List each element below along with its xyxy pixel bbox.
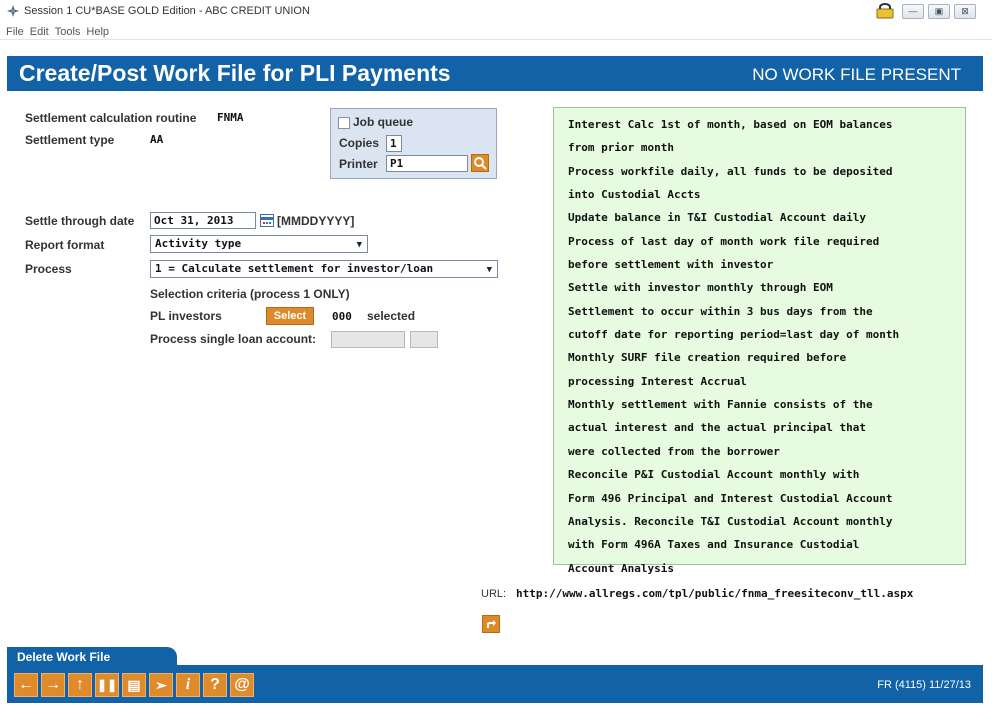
single-loan-suffix-input[interactable] — [410, 331, 438, 348]
note-line: Settle with investor monthly through EOM — [568, 281, 833, 295]
minimize-button[interactable]: — — [902, 4, 924, 19]
back-arrow-icon[interactable]: ← — [14, 673, 38, 697]
screen-code: FR (4115) 11/27/13 — [877, 679, 971, 691]
note-line: Analysis. Reconcile T&I Custodial Accoun… — [568, 514, 893, 528]
up-arrow-icon[interactable]: ↑ — [68, 673, 92, 697]
report-format-value: Activity type — [155, 237, 242, 250]
share-arrow-icon — [487, 620, 496, 628]
menu-tools[interactable]: Tools — [55, 26, 81, 38]
process-value: 1 = Calculate settlement for investor/lo… — [155, 262, 434, 275]
printer-search-button[interactable] — [471, 154, 489, 172]
chevron-down-icon: ▼ — [356, 240, 362, 250]
calendar-icon[interactable] — [260, 214, 274, 227]
note-line: actual interest and the actual principal… — [568, 421, 867, 435]
close-button[interactable]: ⊠ — [954, 4, 976, 19]
note-line: into Custodial Accts — [568, 188, 701, 202]
note-line: with Form 496A Taxes and Insurance Custo… — [568, 538, 860, 552]
single-loan-account-input[interactable] — [331, 331, 405, 348]
link-icon[interactable]: ➢ — [149, 673, 173, 697]
menu-help[interactable]: Help — [86, 26, 109, 38]
cubase-logo-icon — [7, 5, 19, 17]
email-icon[interactable]: @ — [230, 673, 254, 697]
work-file-status: NO WORK FILE PRESENT — [752, 65, 961, 84]
delete-work-file-tab[interactable]: Delete Work File — [7, 647, 177, 666]
note-line: processing Interest Accrual — [568, 374, 747, 388]
help-icon[interactable]: ? — [203, 673, 227, 697]
selected-count: 000 — [332, 310, 352, 323]
note-line: Monthly settlement with Fannie consists … — [568, 398, 873, 412]
select-investors-button[interactable]: Select — [266, 307, 314, 325]
lock-icon[interactable] — [874, 3, 896, 19]
forward-arrow-icon[interactable]: → — [41, 673, 65, 697]
menu-file[interactable]: File — [6, 26, 24, 38]
note-line: before settlement with investor — [568, 258, 774, 272]
copies-input[interactable]: 1 — [386, 135, 402, 152]
note-line: were collected from the borrower — [568, 444, 780, 458]
note-line: Settlement to occur within 3 bus days fr… — [568, 304, 873, 318]
url-label: URL: — [481, 588, 507, 600]
single-loan-label: Process single loan account: — [150, 332, 317, 346]
job-queue-checkbox[interactable] — [338, 117, 350, 129]
page-title: Create/Post Work File for PLI Payments — [19, 60, 451, 86]
note-line: Reconcile P&I Custodial Account monthly … — [568, 468, 860, 482]
print-icon[interactable]: ▤ — [122, 673, 146, 697]
process-select[interactable]: 1 = Calculate settlement for investor/lo… — [150, 260, 498, 278]
chevron-down-icon: ▼ — [486, 265, 492, 275]
printer-input[interactable]: P1 — [386, 155, 468, 172]
job-queue-panel: Job queue Copies 1 Printer P1 — [330, 108, 497, 179]
open-url-button[interactable] — [482, 615, 500, 633]
report-format-label: Report format — [25, 238, 105, 252]
title-bar: Session 1 CU*BASE GOLD Edition - ABC CRE… — [0, 0, 992, 22]
info-icon[interactable]: i — [176, 673, 200, 697]
selection-criteria-label: Selection criteria (process 1 ONLY) — [150, 287, 350, 301]
note-line: Update balance in T&I Custodial Account … — [568, 211, 867, 225]
pl-investors-label: PL investors — [150, 309, 222, 323]
note-line: Process workfile daily, all funds to be … — [568, 164, 893, 178]
routine-label: Settlement calculation routine — [25, 111, 197, 125]
note-line: Form 496 Principal and Interest Custodia… — [568, 491, 893, 505]
settlement-type-value: AA — [150, 133, 164, 146]
menu-bar: File Edit Tools Help — [0, 22, 992, 40]
note-line: cutoff date for reporting period=last da… — [568, 328, 900, 342]
url-value[interactable]: http://www.allregs.com/tpl/public/fnma_f… — [516, 587, 956, 600]
restore-button[interactable]: ▣ — [928, 4, 950, 19]
note-line: Monthly SURF file creation required befo… — [568, 351, 847, 365]
routine-value: FNMA — [217, 111, 244, 124]
process-label: Process — [25, 262, 72, 276]
settle-date-label: Settle through date — [25, 214, 135, 228]
note-line: Account Analysis — [568, 561, 674, 575]
job-queue-label: Job queue — [353, 115, 414, 129]
page-header: Create/Post Work File for PLI Payments N… — [7, 56, 983, 91]
date-format-hint: [MMDDYYYY] — [277, 214, 355, 228]
note-line: Interest Calc 1st of month, based on EOM… — [568, 118, 893, 131]
note-line: from prior month — [568, 141, 674, 155]
bottom-toolbar: ← → ↑ ❚❚ ▤ ➢ i ? @ FR (4115) 11/27/13 — [7, 668, 983, 703]
settlement-type-label: Settlement type — [25, 133, 115, 147]
report-format-select[interactable]: Activity type ▼ — [150, 235, 368, 253]
settlement-notes-panel: Interest Calc 1st of month, based on EOM… — [553, 107, 966, 575]
printer-label: Printer — [339, 157, 378, 171]
app-window: Session 1 CU*BASE GOLD Edition - ABC CRE… — [0, 0, 992, 712]
magnifier-icon — [474, 157, 487, 170]
note-line: Process of last day of month work file r… — [568, 234, 880, 248]
window-title: Session 1 CU*BASE GOLD Edition - ABC CRE… — [24, 5, 310, 17]
selected-label: selected — [367, 309, 416, 323]
copies-label: Copies — [339, 136, 380, 150]
menu-edit[interactable]: Edit — [30, 26, 49, 38]
pause-icon[interactable]: ❚❚ — [95, 673, 119, 697]
settle-date-input[interactable]: Oct 31, 2013 — [150, 212, 256, 229]
